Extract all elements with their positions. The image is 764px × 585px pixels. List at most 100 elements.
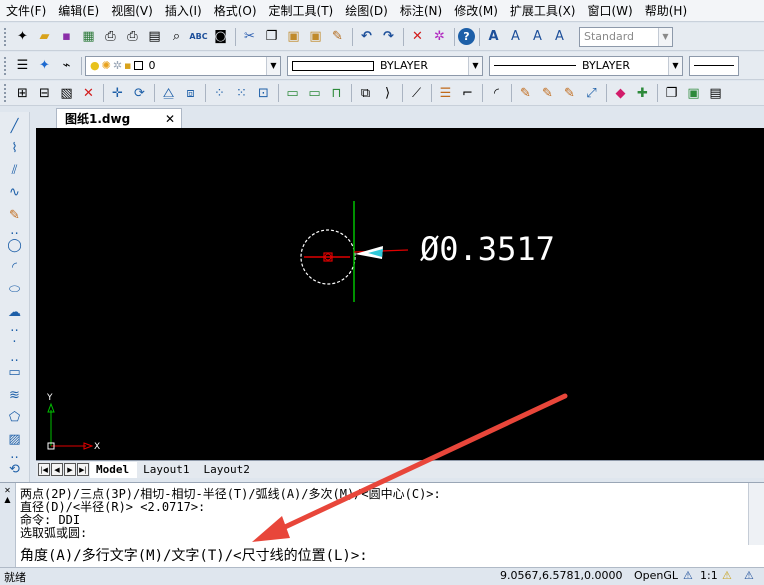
undo-icon[interactable]: ↶ [356, 26, 377, 47]
offset-icon[interactable]: ⧈ [180, 83, 201, 104]
copy-icon[interactable]: ❐ [261, 26, 282, 47]
layer-previous-icon[interactable]: ⌁ [56, 55, 77, 76]
lineweight-select[interactable] [689, 55, 739, 76]
edit-text-icon[interactable]: A [527, 26, 548, 47]
binoculars-icon[interactable]: ◙ [210, 26, 231, 47]
text-style-select[interactable]: Standard ▼ [579, 26, 673, 47]
menu-help[interactable]: 帮助(H) [639, 2, 693, 19]
ellipse-icon[interactable]: ⬭ [4, 280, 26, 300]
polar-array-icon[interactable]: ⁙ [231, 83, 252, 104]
erase-icon[interactable]: ✲ [429, 26, 450, 47]
polyline-icon[interactable]: ⌐ [457, 83, 478, 104]
split-icon[interactable]: ⊓ [326, 83, 347, 104]
circle-icon[interactable]: ◯ [4, 235, 26, 255]
edit-polyline-icon[interactable]: ✎ [515, 83, 536, 104]
menu-view[interactable]: 视图(V) [105, 2, 159, 19]
chevron-down-icon[interactable]: ▼ [266, 56, 280, 75]
window-icon[interactable]: ▭ [304, 83, 325, 104]
fillet-icon[interactable]: ◜ [486, 83, 507, 104]
first-tab-icon[interactable]: |◀ [38, 463, 50, 476]
trim-icon[interactable]: ⟋ [406, 83, 427, 104]
linetype-select[interactable]: BYLAYER ▼ [489, 55, 683, 76]
prev-tab-icon[interactable]: ◀ [51, 463, 63, 476]
text-style-icon[interactable]: A [483, 26, 504, 47]
document-tab[interactable]: 图纸1.dwg ✕ [56, 108, 182, 128]
menu-window[interactable]: 窗口(W) [582, 2, 639, 19]
group-icon[interactable]: ⊞ [12, 83, 33, 104]
ungroup-icon[interactable]: ⊟ [34, 83, 55, 104]
text-icon[interactable]: A [505, 26, 526, 47]
double-line-icon[interactable]: ⫽ [4, 161, 26, 181]
polyline-icon[interactable]: ⌇ [4, 138, 26, 158]
box-3d-icon[interactable]: ⧉ [355, 83, 376, 104]
last-tab-icon[interactable]: ▶| [77, 463, 89, 476]
menu-file[interactable]: 文件(F) [0, 2, 52, 19]
command-prompt[interactable]: 角度(A)/多行文字(M)/文字(T)/<尺寸线的位置(L)>: [20, 545, 368, 565]
toolbar-grip[interactable] [4, 27, 8, 46]
open-folder-icon[interactable]: ▰ [34, 26, 55, 47]
spline-icon[interactable]: ∿ [4, 183, 26, 203]
region-icon[interactable]: ⟲ [4, 460, 26, 480]
find-icon[interactable]: ⌕ [166, 26, 187, 47]
command-panel-grip[interactable]: ✕ ▲ [0, 483, 16, 568]
toolbar-grip[interactable] [4, 56, 8, 75]
chevron-down-icon[interactable]: ▼ [668, 56, 682, 75]
layer-iso-icon[interactable]: ▣ [683, 83, 704, 104]
auto-scale-icon[interactable]: ⚠ [744, 569, 754, 582]
redo-icon[interactable]: ↷ [378, 26, 399, 47]
rotate-icon[interactable]: ⟳ [129, 83, 150, 104]
tab-model[interactable]: Model [90, 461, 138, 478]
save-icon[interactable]: ▪ [56, 26, 77, 47]
extend-icon[interactable]: ⟩ [377, 83, 398, 104]
layer-select[interactable]: ● ✺ ✲ ▪ 0 ▼ [85, 55, 281, 76]
erase-icon[interactable]: ✕ [78, 83, 99, 104]
layer-manager-icon[interactable]: ☰ [12, 55, 33, 76]
arc-icon[interactable]: ◜ [4, 258, 26, 278]
toolbar-grip[interactable] [4, 84, 8, 102]
match-properties-icon[interactable]: ✎ [327, 26, 348, 47]
stretch-icon[interactable]: ⤢ [581, 83, 602, 104]
spline-edit-icon[interactable]: ✎ [537, 83, 558, 104]
close-icon[interactable]: ✕ [165, 112, 175, 126]
menu-dimension[interactable]: 标注(N) [394, 2, 448, 19]
paste-icon[interactable]: ▣ [283, 26, 304, 47]
tab-layout2[interactable]: Layout2 [197, 462, 257, 478]
properties-icon[interactable]: ▤ [705, 83, 726, 104]
next-tab-icon[interactable]: ▶ [64, 463, 76, 476]
block-icon[interactable]: ▧ [56, 83, 77, 104]
paste-special-icon[interactable]: ▣ [305, 26, 326, 47]
menu-extensions[interactable]: 扩展工具(X) [504, 2, 582, 19]
scale-icon[interactable]: ⊡ [253, 83, 274, 104]
new-file-icon[interactable]: ✦ [12, 26, 33, 47]
renderer-label[interactable]: OpenGL [634, 569, 678, 582]
tab-layout1[interactable]: Layout1 [137, 462, 197, 478]
menu-insert[interactable]: 插入(I) [159, 2, 208, 19]
array-icon[interactable]: ⁘ [209, 83, 230, 104]
help-icon[interactable]: ? [458, 28, 475, 45]
drawing-canvas[interactable]: Ø0.3517 Y X [36, 128, 764, 460]
chevron-down-icon[interactable]: ▼ [658, 27, 672, 46]
spell-check-icon[interactable]: ABC [188, 26, 209, 47]
menu-modify[interactable]: 修改(M) [448, 2, 504, 19]
plot-icon[interactable]: ⎙ [122, 26, 143, 47]
copy-icon[interactable]: ❐ [661, 83, 682, 104]
hatch-icon[interactable]: ☰ [435, 83, 456, 104]
print-icon[interactable]: ⎙ [100, 26, 121, 47]
paint-icon[interactable]: ◆ [610, 83, 631, 104]
helix-icon[interactable]: ≋ [4, 385, 26, 405]
menu-format[interactable]: 格式(O) [208, 2, 263, 19]
save-as-icon[interactable]: ▦ [78, 26, 99, 47]
explode-icon[interactable]: ✎ [559, 83, 580, 104]
print-preview-icon[interactable]: ▤ [144, 26, 165, 47]
delete-icon[interactable]: ✕ [407, 26, 428, 47]
layer-state-icon[interactable]: ✦ [34, 55, 55, 76]
find-text-icon[interactable]: A [549, 26, 570, 47]
menu-tools[interactable]: 定制工具(T) [263, 2, 340, 19]
menu-draw[interactable]: 绘图(D) [339, 2, 394, 19]
rectangle-icon[interactable]: ▭ [4, 363, 26, 383]
rectangle-icon[interactable]: ▭ [282, 83, 303, 104]
polygon-icon[interactable]: ⬠ [4, 407, 26, 427]
annotation-scale-icon[interactable]: ⚠ [683, 569, 693, 582]
cut-icon[interactable]: ✂ [239, 26, 260, 47]
menu-edit[interactable]: 编辑(E) [52, 2, 105, 19]
